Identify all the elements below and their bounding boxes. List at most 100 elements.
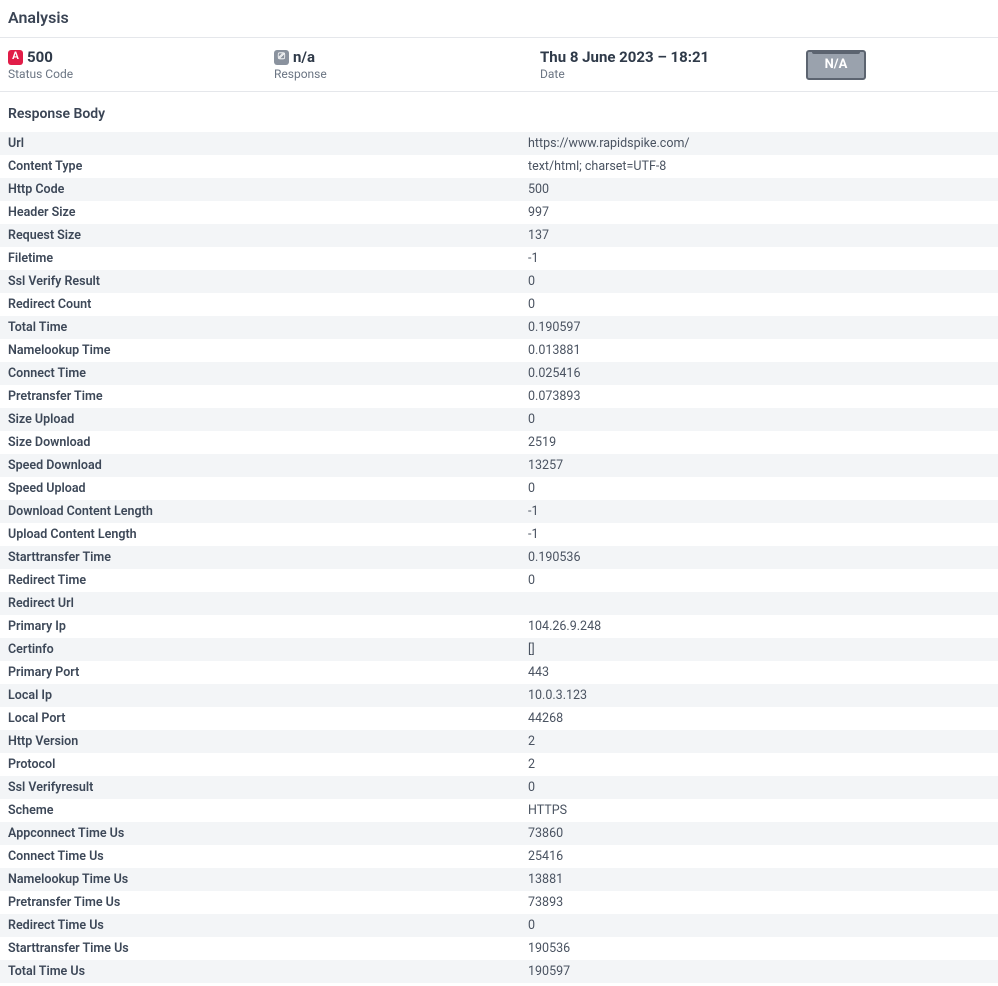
table-row: Total Time Us190597 [0,960,998,983]
table-key: Redirect Time [0,569,520,592]
table-row: Connect Time Us25416 [0,845,998,868]
table-value: 2519 [520,431,998,454]
table-key: Redirect Url [0,592,520,615]
table-value: 137 [520,224,998,247]
table-row: Filetime-1 [0,247,998,270]
na-text: N/A [825,57,848,72]
table-value: 2 [520,730,998,753]
table-key: Certinfo [0,638,520,661]
table-value: 0 [520,293,998,316]
table-row: Redirect Time Us0 [0,914,998,937]
table-value: 0.025416 [520,362,998,385]
table-value: HTTPS [520,799,998,822]
table-key: Filetime [0,247,520,270]
table-key: Connect Time Us [0,845,520,868]
table-value: 44268 [520,707,998,730]
table-key: Total Time Us [0,960,520,983]
table-key: Size Download [0,431,520,454]
table-key: Scheme [0,799,520,822]
response-body-heading: Response Body [0,92,998,132]
response-icon: ⎚ [274,50,289,65]
table-value: 0.073893 [520,385,998,408]
table-row: Connect Time0.025416 [0,362,998,385]
table-key: Upload Content Length [0,523,520,546]
table-value: 2 [520,753,998,776]
table-row: Redirect Time0 [0,569,998,592]
table-row: Starttransfer Time Us190536 [0,937,998,960]
table-key: Pretransfer Time Us [0,891,520,914]
table-value: 10.0.3.123 [520,684,998,707]
summary-row: A 500 Status Code ⎚ n/a Response Thu 8 J… [0,37,998,92]
alert-icon: A [8,50,23,65]
summary-status-code-value: 500 [27,48,53,66]
summary-status-code: A 500 Status Code [0,48,266,81]
table-key: Local Ip [0,684,520,707]
table-row: Http Code500 [0,178,998,201]
table-value: text/html; charset=UTF-8 [520,155,998,178]
table-key: Primary Ip [0,615,520,638]
table-value: 0 [520,569,998,592]
page-title: Analysis [0,0,998,37]
table-value: 13257 [520,454,998,477]
table-value: 73893 [520,891,998,914]
summary-response-value: n/a [293,48,315,66]
table-row: Local Port44268 [0,707,998,730]
table-row: Local Ip10.0.3.123 [0,684,998,707]
table-row: Urlhttps://www.rapidspike.com/ [0,132,998,155]
monitor-icon: N/A [806,50,866,80]
table-value: https://www.rapidspike.com/ [520,132,998,155]
table-key: Namelookup Time [0,339,520,362]
table-value: 0 [520,270,998,293]
table-value: 997 [520,201,998,224]
table-row: Size Download2519 [0,431,998,454]
table-key: Starttransfer Time [0,546,520,569]
summary-response: ⎚ n/a Response [266,48,532,81]
table-value: 0.190597 [520,316,998,339]
table-row: Http Version2 [0,730,998,753]
table-value: -1 [520,247,998,270]
table-row: Namelookup Time Us13881 [0,868,998,891]
table-row: Appconnect Time Us73860 [0,822,998,845]
table-value: 190536 [520,937,998,960]
table-key: Namelookup Time Us [0,868,520,891]
summary-date-label: Date [540,67,798,81]
table-value: [] [520,638,998,661]
table-key: Size Upload [0,408,520,431]
table-row: Upload Content Length-1 [0,523,998,546]
table-value: 0.013881 [520,339,998,362]
table-row: Namelookup Time0.013881 [0,339,998,362]
table-key: Connect Time [0,362,520,385]
table-value: 500 [520,178,998,201]
table-row: Pretransfer Time Us73893 [0,891,998,914]
table-row: Protocol2 [0,753,998,776]
table-key: Speed Upload [0,477,520,500]
response-body-table: Urlhttps://www.rapidspike.com/Content Ty… [0,132,998,983]
table-key: Redirect Count [0,293,520,316]
table-key: Header Size [0,201,520,224]
table-row: Starttransfer Time0.190536 [0,546,998,569]
table-value: -1 [520,500,998,523]
table-row: Size Upload0 [0,408,998,431]
summary-na: N/A [798,48,998,81]
table-key: Appconnect Time Us [0,822,520,845]
summary-status-code-label: Status Code [8,67,266,81]
table-key: Protocol [0,753,520,776]
table-key: Speed Download [0,454,520,477]
table-row: Download Content Length-1 [0,500,998,523]
table-key: Primary Port [0,661,520,684]
table-row: Header Size997 [0,201,998,224]
table-value: 0 [520,477,998,500]
table-row: Primary Port443 [0,661,998,684]
summary-date-value: Thu 8 June 2023 – 18:21 [540,48,709,66]
table-value: 443 [520,661,998,684]
table-row: Total Time0.190597 [0,316,998,339]
table-key: Http Version [0,730,520,753]
table-key: Request Size [0,224,520,247]
table-value: 25416 [520,845,998,868]
table-value: 0 [520,408,998,431]
table-row: Speed Upload0 [0,477,998,500]
table-value [520,592,998,615]
table-row: Speed Download13257 [0,454,998,477]
table-value: 0.190536 [520,546,998,569]
table-row: Pretransfer Time0.073893 [0,385,998,408]
